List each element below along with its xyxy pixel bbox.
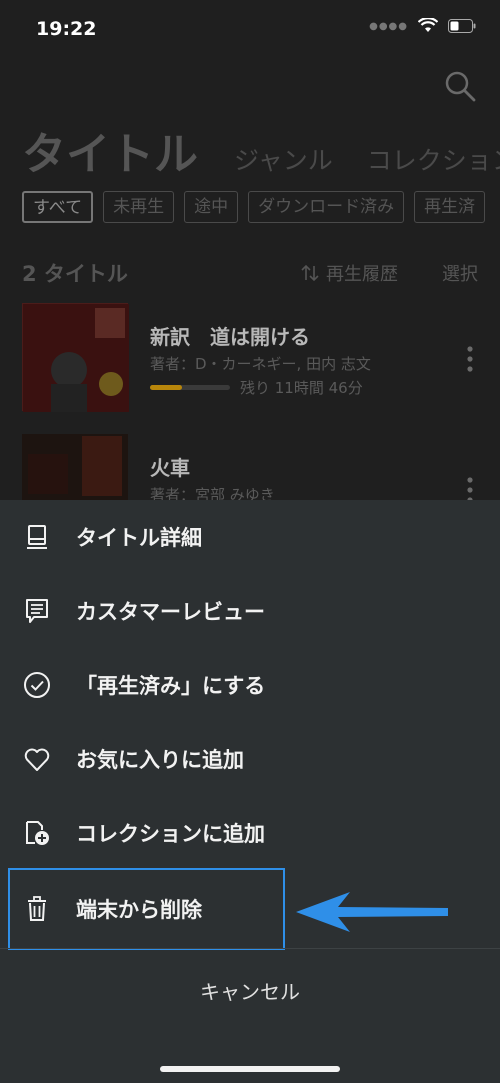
divider	[0, 948, 500, 949]
sort-icon	[301, 264, 319, 282]
filter-all[interactable]: すべて	[22, 191, 94, 223]
filter-downloaded[interactable]: ダウンロード済み	[248, 191, 405, 223]
book-title: 新訳 道は開ける	[150, 325, 310, 349]
search-icon[interactable]	[442, 68, 478, 104]
check-circle-icon	[24, 672, 50, 698]
highlight-box	[8, 868, 285, 950]
progress-fill	[150, 385, 182, 390]
tab-genre[interactable]: ジャンル	[234, 141, 333, 177]
signal-icon: ●●●●	[369, 20, 408, 32]
menu-label: コレクションに追加	[76, 822, 265, 846]
library-tabs: タイトル ジャンル コレクション	[22, 118, 500, 182]
book-cover	[22, 303, 129, 412]
select-button[interactable]: 選択	[442, 260, 478, 286]
sort-button[interactable]: 再生履歴	[300, 260, 398, 286]
cancel-button[interactable]: キャンセル	[0, 976, 500, 1005]
menu-item-customer-reviews[interactable]: カスタマーレビュー	[0, 574, 500, 648]
pointer-arrow-icon	[296, 892, 448, 932]
book-icon	[27, 525, 47, 549]
menu-label: 「再生済み」にする	[76, 674, 266, 698]
more-icon[interactable]	[466, 345, 474, 373]
status-time: 19:22	[36, 18, 97, 40]
menu-item-add-collection[interactable]: コレクションに追加	[0, 796, 500, 870]
wifi-icon	[418, 18, 438, 32]
collection-add-icon	[26, 821, 49, 845]
status-bar: 19:22 ●●●●	[0, 0, 500, 60]
filter-unplayed[interactable]: 未再生	[103, 191, 175, 223]
filter-chips: すべて 未再生 途中 ダウンロード済み 再生済	[22, 191, 486, 223]
menu-item-mark-played[interactable]: 「再生済み」にする	[0, 648, 500, 722]
menu-item-title-details[interactable]: タイトル詳細	[0, 500, 500, 574]
tab-title[interactable]: タイトル	[22, 118, 198, 182]
home-indicator	[160, 1066, 340, 1072]
time-remaining: 残り 11時間 46分	[240, 379, 363, 397]
sort-label: 再生履歴	[326, 264, 398, 285]
title-count: 2 タイトル	[22, 262, 128, 286]
book-author: 著者：D・カーネギー, 田内 志文	[150, 355, 371, 373]
list-item[interactable]: 新訳 道は開ける 著者：D・カーネギー, 田内 志文 残り 11時間 46分	[22, 303, 478, 413]
menu-label: タイトル詳細	[76, 526, 202, 550]
action-sheet: タイトル詳細 カスタマーレビュー 「再生済み」にする お気に入りに追加 コレクシ…	[0, 500, 500, 1083]
review-icon	[26, 599, 48, 623]
menu-label: お気に入りに追加	[76, 748, 244, 772]
progress-bar	[150, 385, 230, 390]
book-title: 火車	[150, 456, 190, 480]
menu-label: カスタマーレビュー	[76, 600, 265, 624]
filter-in-progress[interactable]: 途中	[184, 191, 239, 223]
status-icons: ●●●●	[369, 18, 476, 34]
menu-item-add-favorite[interactable]: お気に入りに追加	[0, 722, 500, 796]
list-header: 2 タイトル 再生履歴 選択	[22, 258, 478, 288]
tab-collection[interactable]: コレクション	[367, 141, 500, 177]
heart-icon	[24, 748, 50, 771]
battery-icon	[448, 19, 476, 33]
filter-played[interactable]: 再生済	[414, 191, 486, 223]
